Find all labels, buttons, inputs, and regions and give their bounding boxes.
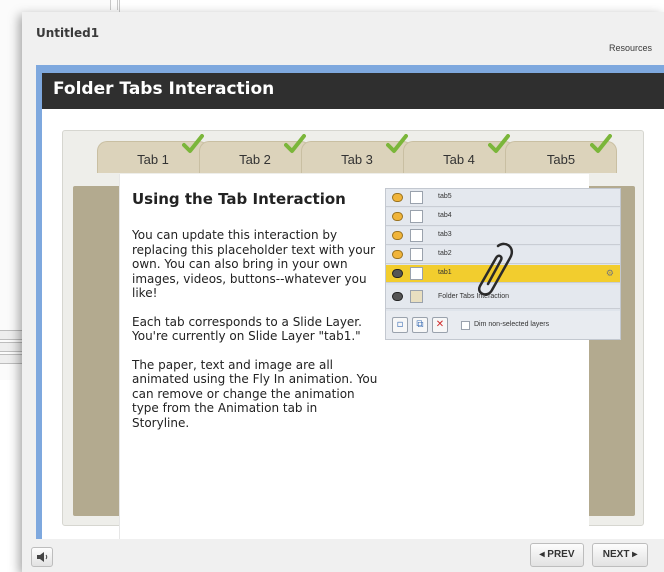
layer-label: tab3 bbox=[438, 231, 452, 238]
dim-label: Dim non-selected layers bbox=[474, 321, 550, 328]
checkmark-icon bbox=[590, 134, 612, 153]
layer-thumbnail bbox=[410, 290, 423, 303]
tab-4[interactable]: Tab 4 bbox=[403, 134, 515, 173]
gear-icon: ⚙ bbox=[605, 269, 614, 279]
eye-icon bbox=[392, 250, 403, 259]
layers-toolbar: ▫ ⧉ ✕ Dim non-selected layers bbox=[386, 311, 620, 339]
eye-icon bbox=[392, 231, 403, 240]
slide-body: Tab 1 Tab 2 Tab 3 Tab 4 Tab5 Using the T… bbox=[42, 109, 664, 546]
eye-icon bbox=[392, 193, 403, 202]
layer-label: tab5 bbox=[438, 193, 452, 200]
layer-thumbnail bbox=[410, 248, 423, 261]
tab-label: Tab 3 bbox=[341, 152, 373, 167]
prev-button[interactable]: ◂ PREV bbox=[530, 543, 584, 567]
speaker-icon bbox=[37, 552, 48, 562]
content-paragraph: You can update this interaction by repla… bbox=[132, 228, 376, 300]
folder-frame: Tab 1 Tab 2 Tab 3 Tab 4 Tab5 Using the T… bbox=[62, 130, 644, 546]
content-paragraph: Each tab corresponds to a Slide Layer. Y… bbox=[132, 314, 362, 344]
eye-icon bbox=[392, 212, 403, 221]
next-button[interactable]: NEXT ▸ bbox=[592, 543, 648, 567]
tab-label: Tab 4 bbox=[443, 152, 475, 167]
tab-5[interactable]: Tab5 bbox=[505, 134, 617, 173]
slide-header: Folder Tabs Interaction bbox=[42, 73, 664, 109]
tab-2[interactable]: Tab 2 bbox=[199, 134, 311, 173]
content-text: You can update this interaction by repla… bbox=[132, 228, 378, 444]
slide-title: Folder Tabs Interaction bbox=[53, 79, 275, 99]
eye-icon bbox=[392, 292, 403, 301]
new-layer-icon: ▫ bbox=[392, 317, 408, 333]
layer-row: tab4 bbox=[386, 208, 620, 226]
tab-label: Tab 2 bbox=[239, 152, 271, 167]
layer-thumbnail bbox=[410, 229, 423, 242]
player-window: Untitled1 Resources Folder Tabs Interact… bbox=[22, 12, 664, 572]
layer-thumbnail bbox=[410, 210, 423, 223]
layer-label: tab2 bbox=[438, 250, 452, 257]
paperclip-icon bbox=[477, 242, 514, 296]
tab-3[interactable]: Tab 3 bbox=[301, 134, 413, 173]
layer-label: tab1 bbox=[438, 269, 452, 276]
layer-thumbnail bbox=[410, 267, 423, 280]
paper-sheet: Using the Tab Interaction You can update… bbox=[119, 174, 621, 546]
eye-icon bbox=[392, 269, 403, 278]
layer-row: tab5 bbox=[386, 189, 620, 207]
content-title: Using the Tab Interaction bbox=[132, 190, 346, 208]
background-pane-divider bbox=[110, 0, 118, 10]
content-paragraph: The paper, text and image are all animat… bbox=[132, 357, 378, 430]
delete-layer-icon: ✕ bbox=[432, 317, 448, 333]
player-controls: ◂ PREV NEXT ▸ bbox=[22, 539, 664, 572]
dim-checkbox bbox=[461, 321, 470, 330]
tab-label: Tab 1 bbox=[137, 152, 169, 167]
layer-thumbnail bbox=[410, 191, 423, 204]
volume-button[interactable] bbox=[31, 547, 53, 567]
layer-label: tab4 bbox=[438, 212, 452, 219]
duplicate-layer-icon: ⧉ bbox=[412, 317, 428, 333]
tab-label: Tab5 bbox=[546, 152, 576, 167]
tab-1[interactable]: Tab 1 bbox=[97, 134, 209, 173]
window-title: Untitled1 bbox=[36, 26, 100, 40]
slide-stage: Folder Tabs Interaction Tab 1 Tab 2 Tab … bbox=[36, 65, 664, 546]
resources-link[interactable]: Resources bbox=[609, 43, 652, 53]
